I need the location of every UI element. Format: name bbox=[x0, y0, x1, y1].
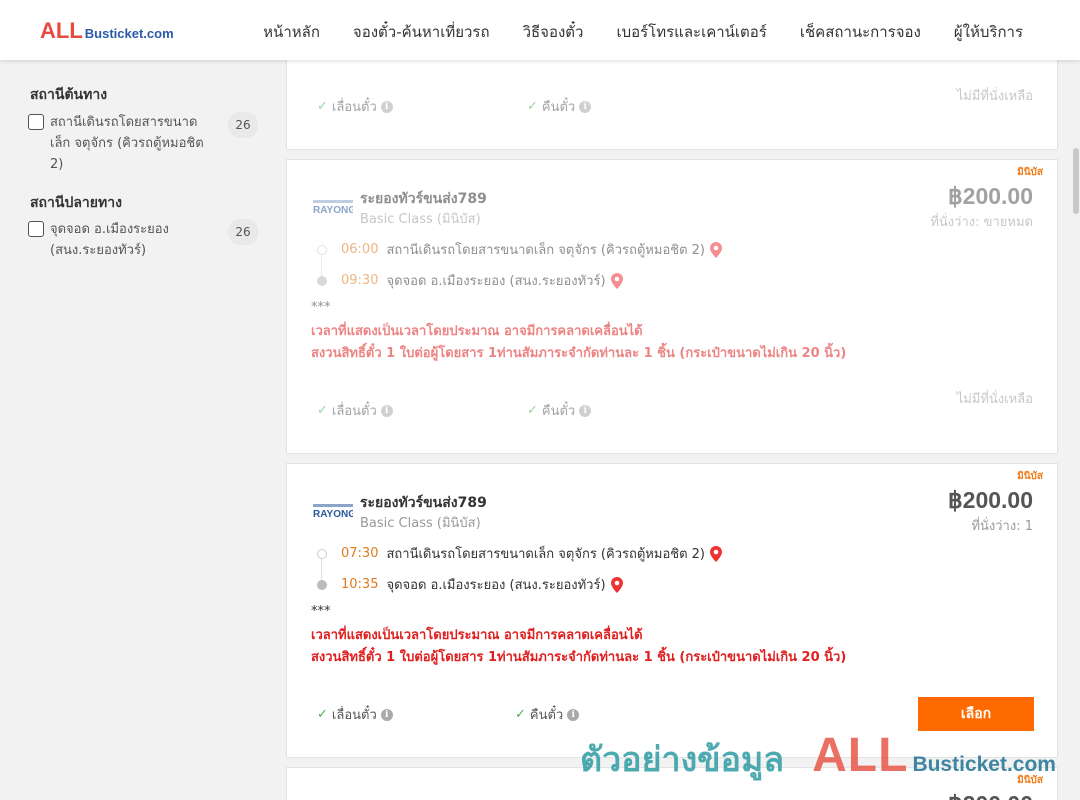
nav-how-to-book[interactable]: วิธีจองตั๋ว bbox=[523, 20, 584, 44]
map-pin-icon[interactable] bbox=[710, 241, 722, 258]
bus-class: Basic Class (มินิบัส) bbox=[360, 212, 481, 227]
origin-filter-option[interactable]: สถานีเดินรถโดยสารขนาดเล็ก จตุจักร (คิวรถ… bbox=[28, 112, 258, 175]
refund-ticket-label: คืนตั๋ว bbox=[541, 404, 576, 419]
arrival-stop: 10:35 จุดจอด อ.เมืองระยอง (สนง.ระยองทัวร… bbox=[317, 574, 623, 595]
page-scrollbar[interactable] bbox=[1072, 60, 1080, 800]
info-icon[interactable]: i bbox=[380, 100, 393, 113]
operator-logo-icon: RAYONG bbox=[313, 504, 353, 518]
change-ticket-label: เลื่อนตั๋ว bbox=[331, 404, 377, 419]
refund-ticket-label: คืนตั๋ว bbox=[529, 708, 564, 723]
info-icon[interactable]: i bbox=[380, 404, 393, 417]
site-logo[interactable]: ALL Busticket.com bbox=[40, 18, 174, 44]
check-icon: ✓ bbox=[515, 707, 526, 722]
note-marker: *** bbox=[311, 300, 331, 315]
info-icon[interactable]: i bbox=[380, 708, 393, 721]
change-ticket-label: เลื่อนตั๋ว bbox=[331, 100, 377, 115]
nav-phone-counter[interactable]: เบอร์โทรและเคาน์เตอร์ bbox=[616, 20, 766, 44]
origin-checkbox[interactable] bbox=[28, 114, 44, 130]
departure-stop: 06:00 สถานีเดินรถโดยสารขนาดเล็ก จตุจักร … bbox=[317, 239, 722, 260]
destination-count-badge: 26 bbox=[228, 219, 258, 245]
vehicle-type-tag: มินิบัส bbox=[1017, 167, 1043, 178]
change-ticket-label: เลื่อนตั๋ว bbox=[331, 708, 377, 723]
arrival-place: จุดจอด อ.เมืองระยอง (สนง.ระยองทัวร์) bbox=[386, 578, 606, 593]
ticket-price: ฿200.00 bbox=[948, 487, 1033, 513]
map-pin-icon[interactable] bbox=[610, 272, 623, 289]
check-icon: ✓ bbox=[527, 403, 538, 418]
change-ticket-feature: ✓ เลื่อนตั๋ว i bbox=[317, 400, 393, 421]
trip-card: มินิบัส RAYONG ระยองทัวร์ขนส่ง789 Basic … bbox=[286, 159, 1058, 454]
arrival-dot bbox=[317, 579, 327, 590]
seats-available: ที่นั่งว่าง: 1 bbox=[971, 519, 1033, 534]
departure-time: 07:30 bbox=[341, 546, 379, 561]
svg-text:RAYONG: RAYONG bbox=[313, 509, 353, 518]
info-icon[interactable]: i bbox=[579, 100, 592, 113]
arrival-time: 10:35 bbox=[341, 577, 379, 592]
time-disclaimer: เวลาที่แสดงเป็นเวลาโดยประมาณ อาจมีการคลา… bbox=[311, 628, 643, 643]
operator-logo-icon: RAYONG bbox=[313, 200, 353, 214]
main-nav: หน้าหลัก จองตั๋ว-ค้นหาเที่ยวรถ วิธีจองตั… bbox=[230, 20, 1023, 44]
sold-out-label: ไม่มีที่นั่งเหลือ bbox=[956, 89, 1033, 104]
select-trip-button[interactable]: เลือก bbox=[918, 697, 1034, 731]
check-icon: ✓ bbox=[317, 99, 328, 114]
refund-ticket-feature: ✓ คืนตั๋ว i bbox=[527, 400, 592, 421]
destination-filter-title: สถานีปลายทาง bbox=[30, 195, 122, 211]
logo-all-text: ALL bbox=[40, 18, 83, 43]
arrival-place: จุดจอด อ.เมืองระยอง (สนง.ระยองทัวร์) bbox=[386, 274, 606, 289]
change-ticket-feature: ✓ เลื่อนตั๋ว i bbox=[317, 704, 393, 725]
info-icon[interactable]: i bbox=[567, 708, 580, 721]
departure-place: สถานีเดินรถโดยสารขนาดเล็ก จตุจักร (คิวรถ… bbox=[386, 243, 705, 258]
scrollbar-thumb[interactable] bbox=[1073, 148, 1079, 214]
departure-dot bbox=[317, 548, 327, 559]
trip-card: มินิบัส ฿200.00 bbox=[286, 767, 1058, 800]
trip-card: มินิบัส RAYONG ระยองทัวร์ขนส่ง789 Basic … bbox=[286, 463, 1058, 758]
check-icon: ✓ bbox=[527, 99, 538, 114]
nav-book-search[interactable]: จองตั๋ว-ค้นหาเที่ยวรถ bbox=[353, 20, 490, 44]
ticket-price: ฿200.00 bbox=[948, 791, 1033, 800]
nav-check-status[interactable]: เช็คสถานะการจอง bbox=[800, 20, 921, 44]
ticket-price: ฿200.00 bbox=[948, 183, 1033, 209]
nav-operators[interactable]: ผู้ให้บริการ bbox=[954, 20, 1023, 44]
seats-available: ที่นั่งว่าง: ขายหมด bbox=[930, 215, 1033, 230]
bus-class: Basic Class (มินิบัส) bbox=[360, 516, 481, 531]
map-pin-icon[interactable] bbox=[610, 576, 623, 593]
operator-name: ระยองทัวร์ขนส่ง789 bbox=[360, 191, 487, 207]
time-disclaimer: เวลาที่แสดงเป็นเวลาโดยประมาณ อาจมีการคลา… bbox=[311, 324, 643, 339]
check-icon: ✓ bbox=[317, 403, 328, 418]
destination-filter-option[interactable]: จุดจอด อ.เมืองระยอง (สนง.ระยองทัวร์) 26 bbox=[28, 219, 258, 261]
info-icon[interactable]: i bbox=[579, 404, 592, 417]
change-ticket-feature: ✓ เลื่อนตั๋ว i bbox=[317, 96, 393, 117]
departure-stop: 07:30 สถานีเดินรถโดยสารขนาดเล็ก จตุจักร … bbox=[317, 543, 722, 564]
sold-out-label: ไม่มีที่นั่งเหลือ bbox=[956, 392, 1033, 407]
vehicle-type-tag: มินิบัส bbox=[1017, 775, 1043, 786]
logo-domain-text: Busticket.com bbox=[84, 26, 174, 41]
arrival-dot bbox=[317, 275, 327, 286]
departure-dot bbox=[317, 244, 327, 255]
luggage-policy: สงวนสิทธิ์ตั๋ว 1 ใบต่อผู้โดยสาร 1ท่านสัม… bbox=[311, 346, 847, 361]
refund-ticket-label: คืนตั๋ว bbox=[541, 100, 576, 115]
note-marker: *** bbox=[311, 604, 331, 619]
refund-ticket-feature: ✓ คืนตั๋ว i bbox=[515, 704, 580, 725]
nav-home[interactable]: หน้าหลัก bbox=[263, 20, 320, 44]
map-pin-icon[interactable] bbox=[710, 545, 722, 562]
check-icon: ✓ bbox=[317, 707, 328, 722]
svg-text:RAYONG: RAYONG bbox=[313, 205, 353, 214]
origin-option-label: สถานีเดินรถโดยสารขนาดเล็ก จตุจักร (คิวรถ… bbox=[50, 115, 204, 172]
refund-ticket-feature: ✓ คืนตั๋ว i bbox=[527, 96, 592, 117]
origin-filter-title: สถานีต้นทาง bbox=[30, 87, 108, 103]
luggage-policy: สงวนสิทธิ์ตั๋ว 1 ใบต่อผู้โดยสาร 1ท่านสัม… bbox=[311, 650, 847, 665]
departure-time: 06:00 bbox=[341, 242, 379, 257]
destination-option-label: จุดจอด อ.เมืองระยอง (สนง.ระยองทัวร์) bbox=[50, 222, 169, 258]
vehicle-type-tag: มินิบัส bbox=[1017, 471, 1043, 482]
filter-sidebar: สถานีต้นทาง สถานีเดินรถโดยสารขนาดเล็ก จต… bbox=[0, 60, 270, 800]
operator-name: ระยองทัวร์ขนส่ง789 bbox=[360, 495, 487, 511]
arrival-stop: 09:30 จุดจอด อ.เมืองระยอง (สนง.ระยองทัวร… bbox=[317, 270, 623, 291]
destination-checkbox[interactable] bbox=[28, 221, 44, 237]
origin-count-badge: 26 bbox=[228, 112, 258, 138]
arrival-time: 09:30 bbox=[341, 273, 379, 288]
departure-place: สถานีเดินรถโดยสารขนาดเล็ก จตุจักร (คิวรถ… bbox=[386, 547, 705, 562]
site-header: ALL Busticket.com หน้าหลัก จองตั๋ว-ค้นหา… bbox=[0, 0, 1080, 60]
